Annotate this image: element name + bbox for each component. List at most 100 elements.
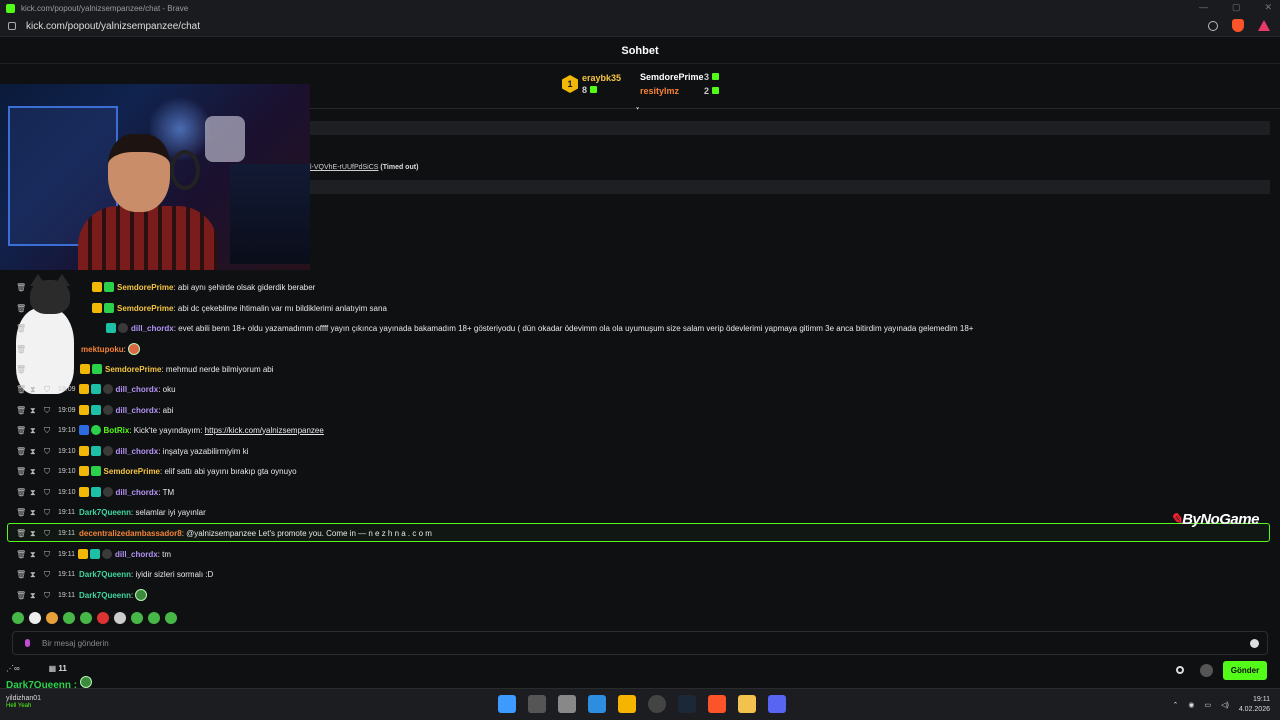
delete-icon[interactable]: 🗑 xyxy=(16,426,26,434)
message-username[interactable]: SemdorePrime xyxy=(105,365,161,374)
stream-link[interactable]: https://kick.com/yalnizsempanzee xyxy=(205,426,324,435)
ban-icon[interactable]: ⛉ xyxy=(44,385,50,393)
mic-icon[interactable]: ◉ xyxy=(1188,701,1194,709)
ban-icon[interactable]: ⛉ xyxy=(44,467,50,475)
ban-icon[interactable]: ⛉ xyxy=(44,529,50,537)
delete-icon[interactable]: 🗑 xyxy=(16,447,26,455)
message-username[interactable]: dill_chordx xyxy=(116,406,159,415)
emote-icon[interactable] xyxy=(131,612,143,624)
delete-icon[interactable]: 🗑 xyxy=(16,385,26,393)
ban-icon[interactable]: ⛉ xyxy=(44,550,50,558)
message-username[interactable]: dill_chordx xyxy=(131,324,174,333)
clock[interactable]: 19:11 4.02.2026 xyxy=(1239,695,1270,715)
ban-icon[interactable]: ⛉ xyxy=(44,447,50,455)
app-icon[interactable] xyxy=(558,695,576,713)
chat-settings-icon[interactable] xyxy=(1200,664,1213,677)
close-icon[interactable]: ✕ xyxy=(1264,2,1272,13)
settings-icon[interactable] xyxy=(1176,666,1184,674)
delete-icon[interactable]: 🗑 xyxy=(16,304,26,312)
chat-message[interactable]: 🗑 ⧗ ⛉ 19:09 dill_chordx: oku xyxy=(16,381,176,397)
chat-message[interactable]: 🗑 ⧗ ⛉ 19:11 Dark7Queenn: iyidir sizleri … xyxy=(16,566,213,582)
chat-message[interactable]: 🗑 ⧗ ⛉ 19:09 dill_chordx: abi xyxy=(16,402,173,418)
delete-icon[interactable]: 🗑 xyxy=(16,345,26,353)
message-username[interactable]: dill_chordx xyxy=(115,550,158,559)
delete-icon[interactable]: 🗑 xyxy=(16,488,26,496)
message-username[interactable]: BotRix xyxy=(104,426,130,435)
address-bar[interactable]: kick.com/popout/yalnizsempanzee/chat xyxy=(0,16,1280,37)
minimize-icon[interactable]: — xyxy=(1199,2,1208,13)
chat-message[interactable]: 🗑 SemdorePrime: abi aynı şehirde olsak g… xyxy=(16,279,315,295)
emote-icon[interactable] xyxy=(97,612,109,624)
delete-icon[interactable]: 🗑 xyxy=(16,406,26,414)
timeout-icon[interactable]: ⧗ xyxy=(30,508,36,516)
delete-icon[interactable]: 🗑 xyxy=(16,508,26,516)
message-username[interactable]: mektupoku xyxy=(81,345,124,354)
url-text[interactable]: kick.com/popout/yalnizsempanzee/chat xyxy=(26,21,200,32)
message-input-placeholder[interactable]: Bir mesaj gönderin xyxy=(42,639,109,648)
leader-1-name[interactable]: eraybk35 xyxy=(582,73,621,83)
delete-icon[interactable]: 🗑 xyxy=(16,570,26,578)
message-username[interactable]: decentralizedambassador8 xyxy=(79,529,182,538)
file-explorer-icon[interactable] xyxy=(618,695,636,713)
message-username[interactable]: SemdorePrime xyxy=(117,283,173,292)
maximize-icon[interactable]: ▢ xyxy=(1232,2,1241,13)
delete-icon[interactable]: 🗑 xyxy=(16,324,26,332)
brave-shield-icon[interactable] xyxy=(1232,19,1244,32)
timeout-icon[interactable]: ⧗ xyxy=(30,467,36,475)
chat-message[interactable]: 🗑 ⧗ ⛉ 19:11 dill_chordx: tm xyxy=(16,546,171,562)
chat-message[interactable]: 🗑 ⧗ ⛉ 19:11 decentralizedambassador8: @y… xyxy=(16,525,432,541)
timeout-icon[interactable]: ⧗ xyxy=(30,488,36,496)
message-username[interactable]: Dark7Queenn xyxy=(79,508,131,517)
emote-icon[interactable] xyxy=(12,612,24,624)
ban-icon[interactable]: ⛉ xyxy=(44,570,50,578)
site-settings-icon[interactable] xyxy=(8,22,16,30)
leader-3-name[interactable]: resitylmz xyxy=(640,86,679,96)
send-button[interactable]: Gönder xyxy=(1223,661,1267,680)
chat-message[interactable]: 🗑 SemdorePrime: abi dc çekebilme ihtimal… xyxy=(16,300,387,316)
delete-icon[interactable]: 🗑 xyxy=(16,365,26,373)
app-icon[interactable] xyxy=(738,695,756,713)
chat-message[interactable]: 🗑 SemdorePrime: mehmud nerde bilmiyorum … xyxy=(16,361,274,377)
volume-icon[interactable]: ◁) xyxy=(1221,701,1229,709)
timeout-icon[interactable]: ⧗ xyxy=(30,529,36,537)
chat-message[interactable]: 🗑 ⧗ ⛉ 19:10 BotRix: Kick'te yayındayım: … xyxy=(16,422,324,438)
chat-message[interactable]: 🗑 ⧗ ⛉ 19:10 SemdorePrime: elif sattı abi… xyxy=(16,463,297,479)
emote-icon[interactable] xyxy=(46,612,58,624)
brave-icon[interactable] xyxy=(708,695,726,713)
app-icon[interactable] xyxy=(648,695,666,713)
timeout-icon[interactable]: ⧗ xyxy=(30,406,36,414)
share-icon[interactable]: ⋰∞ xyxy=(6,664,20,673)
message-username[interactable]: SemdorePrime xyxy=(104,467,160,476)
chat-message[interactable]: 🗑 ⧗ ⛉ 19:11 Dark7Queenn: selamlar iyi ya… xyxy=(16,504,206,520)
mic-icon[interactable] xyxy=(25,639,30,647)
ban-icon[interactable]: ⛉ xyxy=(44,406,50,414)
emoji-picker-icon[interactable] xyxy=(1250,639,1259,648)
message-input[interactable]: Bir mesaj gönderin xyxy=(12,631,1268,655)
emote-icon[interactable] xyxy=(80,612,92,624)
emote-icon[interactable] xyxy=(148,612,160,624)
delete-icon[interactable]: 🗑 xyxy=(16,591,26,599)
emote-icon[interactable] xyxy=(165,612,177,624)
message-username[interactable]: dill_chordx xyxy=(116,488,159,497)
search-icon[interactable] xyxy=(1208,20,1218,31)
timeout-icon[interactable]: ⧗ xyxy=(30,550,36,558)
timeout-icon[interactable]: ⧗ xyxy=(30,385,36,393)
emote-icon[interactable] xyxy=(114,612,126,624)
chat-message[interactable]: 🗑 mektupoku: xyxy=(16,341,141,357)
delete-icon[interactable]: 🗑 xyxy=(16,467,26,475)
timeout-icon[interactable]: ⧗ xyxy=(30,570,36,578)
chat-message[interactable]: 🗑 ⧗ ⛉ 19:10 dill_chordx: inşatya yazabil… xyxy=(16,443,248,459)
timeout-icon[interactable]: ⧗ xyxy=(30,591,36,599)
chevron-up-icon[interactable]: ⌃ xyxy=(1173,701,1179,709)
emote-icon[interactable] xyxy=(29,612,41,624)
start-icon[interactable] xyxy=(498,695,516,713)
task-view-icon[interactable] xyxy=(528,695,546,713)
brave-rewards-icon[interactable] xyxy=(1258,20,1270,31)
delete-icon[interactable]: 🗑 xyxy=(16,529,26,537)
ban-icon[interactable]: ⛉ xyxy=(44,488,50,496)
message-username[interactable]: dill_chordx xyxy=(116,385,159,394)
quick-emote-bar[interactable] xyxy=(12,612,177,624)
taskbar-apps[interactable] xyxy=(498,695,786,713)
ban-icon[interactable]: ⛉ xyxy=(44,508,50,516)
message-username[interactable]: dill_chordx xyxy=(116,447,159,456)
